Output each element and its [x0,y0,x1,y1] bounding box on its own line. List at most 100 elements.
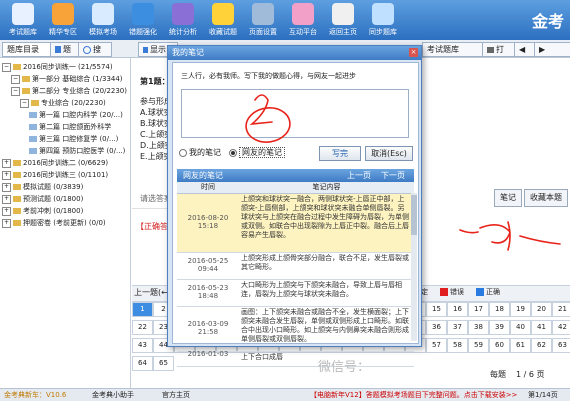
note-row[interactable]: 2016-01-03 上下合口成唇 [177,350,414,367]
toolbar-button-1[interactable]: 精华专区 [44,0,82,40]
friend-notes-title: 网友的笔记 [183,171,223,180]
exam-bank-button[interactable]: 考试题库 [422,42,484,57]
question-grid-cell[interactable]: 20 [531,302,552,317]
write-done-button[interactable]: 写完 [319,146,361,161]
tree-item-label: 第一篇 口腔内科学 (20/...) [39,111,123,119]
question-icon [55,46,61,53]
expand-toggle-icon: + [2,170,11,180]
cancel-button[interactable]: 取消(Esc) [365,146,413,161]
legend-item: 正确 [476,287,500,297]
note-row[interactable]: 2016-03-09 21:58 画图：上下颌突未融合或融合不全，发生横面裂；上下… [177,307,414,352]
question-grid-cell[interactable]: 59 [468,338,489,353]
tab-search[interactable]: 搜 [78,42,112,57]
next-page-link[interactable]: 下一页 [381,169,405,182]
toolbar-button-8[interactable]: 返回主页 [324,0,362,40]
question-grid-cell[interactable]: 65 [153,356,174,371]
toolbar-button-label: 返回主页 [329,28,357,36]
question-number: 第1题： [140,77,170,86]
scrollbar-thumb[interactable] [411,195,417,235]
question-grid-cell[interactable]: 41 [531,320,552,335]
toolbar-button-3[interactable]: 错题强化 [124,0,162,40]
toolbar-button-5[interactable]: 收藏试题 [204,0,242,40]
tree-item[interactable]: 第二篇 口腔颌面外科学 [29,122,111,133]
toolbar-button-4[interactable]: 统计分析 [164,0,202,40]
tree-item[interactable]: 第三篇 口腔修复学 (0/...) [29,134,118,145]
note-row[interactable]: 2016-05-25 09:44 上颌突形成上颌骨突部分融合，联合不足，发生唇裂或… [177,253,414,280]
radio-friend-notes[interactable]: 网友的笔记 [229,147,285,158]
tree-item[interactable]: +2016同步训练二 (0/6629) [2,158,108,169]
status-bar: 金考典新车：V10.6 金考典小助手 官方主页 【电脑新年V12】答题模拟考场题… [0,388,570,401]
question-grid-cell[interactable]: 37 [447,320,468,335]
question-grid-cell[interactable]: 36 [426,320,447,335]
favorite-button[interactable]: 收藏本题 [524,189,568,207]
helper-link[interactable]: 金考典小助手 [92,389,134,401]
prev-question-button[interactable]: 上一题(← [134,287,168,298]
notes-scrollbar[interactable] [411,193,417,341]
tree-item[interactable]: + 押题密卷 (考前更新) (0/0) [2,218,106,229]
toolbar-button-2[interactable]: 模拟考场 [84,0,122,40]
radio-my-notes[interactable]: 我的笔记 [179,147,221,158]
per-page-label: 每题 [490,370,506,379]
legend-label: 错误 [450,288,464,296]
toolbar-button-6[interactable]: 页面设置 [244,0,282,40]
tree-item[interactable]: − 专业综合 (20/2230) [20,98,106,109]
expand-toggle-icon: + [2,182,11,192]
question-grid-cell[interactable]: 64 [132,356,153,371]
tree-item[interactable]: + 考前冲刺 (0/1800) [2,206,83,217]
tab-catalog[interactable]: 题库目录 [2,42,56,57]
question-grid-cell[interactable]: 58 [447,338,468,353]
legend-label: 正确 [486,288,500,296]
settings-icon [252,3,274,25]
tree-item[interactable]: 第一篇 口腔内科学 (20/...) [29,110,123,121]
question-grid-cell[interactable]: 38 [468,320,489,335]
question-grid-cell[interactable]: 15 [426,302,447,317]
question-grid-cell[interactable]: 63 [552,338,570,353]
tree-item[interactable]: − 2016同步训练一 (21/5574) [2,62,113,73]
expand-toggle-icon: + [2,218,11,228]
note-time: 2016-05-23 18:48 [187,284,229,300]
question-grid-cell[interactable]: 60 [489,338,510,353]
folder-icon [13,160,21,166]
question-grid-cell[interactable]: 21 [552,302,570,317]
question-grid-cell[interactable]: 19 [510,302,531,317]
tree-item[interactable]: + 模拟试题 (0/3839) [2,182,83,193]
note-button[interactable]: 笔记 [494,189,522,207]
question-grid-cell[interactable]: 16 [447,302,468,317]
tree-item[interactable]: +2016同步训练三 (0/1101) [2,170,108,181]
note-row[interactable]: 2016-08-20 15:18 上颌突和球状突一融合，两侧球状突-上唇正中部，上… [177,194,414,253]
toolbar-button-9[interactable]: 同步题库 [364,0,402,40]
notice-link[interactable]: 【电脑新年V12】答题模拟考场题目下完整问题。点击下载安装>> [310,389,517,401]
question-grid-cell[interactable]: 62 [531,338,552,353]
question-grid-cell[interactable]: 39 [489,320,510,335]
question-grid-cell[interactable]: 42 [552,320,570,335]
question-grid-cell[interactable]: 57 [426,338,447,353]
question-grid-cell[interactable]: 18 [489,302,510,317]
print-label: 打 [496,45,504,54]
watermark: 微信号： [318,360,371,375]
column-time: 时间 [177,182,239,194]
note-textarea[interactable] [181,89,409,138]
prev-page-link[interactable]: 上一页 [347,169,371,182]
close-icon[interactable]: × [409,48,418,57]
toolbar-button-0[interactable]: 考试题库 [4,0,42,40]
tree-item[interactable]: + 预测试题 (0/1800) [2,194,83,205]
toolbar-button-7[interactable]: 互动平台 [284,0,322,40]
note-time: 2016-08-20 15:18 [187,214,229,230]
question-grid-cell[interactable]: 1 [132,302,153,317]
tree-item[interactable]: − 第一部分 基础综合 (1/3344) [11,74,123,85]
extra-button[interactable]: ▶ [534,42,570,57]
question-grid-cell[interactable]: 40 [510,320,531,335]
tree-item[interactable]: 第四篇 预防口腔医学 (0/...) [29,146,125,157]
note-time: 2016-01-03 [187,350,229,358]
expand-toggle-icon: − [2,62,11,72]
folder-icon [31,100,39,106]
homepage-link[interactable]: 官方主页 [162,389,190,401]
main-toolbar: 考试题库 精华专区 模拟考场 错题强化 统计分析 收藏试题 页面设置 互动平台 返回主页 同步题库… [0,0,570,40]
question-grid-cell[interactable]: 22 [132,320,153,335]
print-button[interactable]: 打 [482,42,518,57]
question-grid-cell[interactable]: 17 [468,302,489,317]
tree-item[interactable]: − 第二部分 专业综合 (20/2230) [11,86,127,97]
question-grid-cell[interactable]: 43 [132,338,153,353]
question-grid-cell[interactable]: 61 [510,338,531,353]
note-row[interactable]: 2016-05-23 18:48 大口畸形为上颌突与下颌突未融合，导致上唇与唇相连… [177,280,414,307]
